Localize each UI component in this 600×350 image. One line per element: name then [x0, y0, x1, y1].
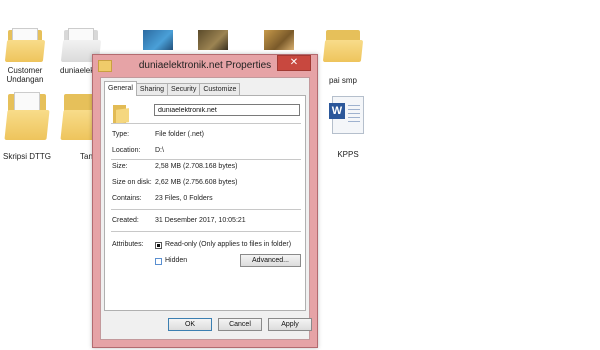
- contains-label: Contains:: [112, 195, 142, 202]
- type-value: File folder (.net): [155, 131, 205, 138]
- desktop-icon-label: KPPS: [337, 150, 359, 159]
- size-value: 2,58 MB (2.708.168 bytes): [155, 163, 238, 170]
- close-button[interactable]: ✕: [277, 55, 311, 71]
- location-value: D:\: [155, 147, 164, 154]
- folder-icon: [4, 28, 46, 62]
- desktop-icon[interactable]: [180, 30, 246, 50]
- general-tab-pane: Type: File folder (.net) Location: D:\ S…: [104, 95, 306, 311]
- dialog-client-area: General Sharing Security Customize Type:…: [100, 77, 312, 340]
- image-icon: [264, 30, 294, 50]
- desktop-icon-label: pai smp: [328, 76, 357, 85]
- advanced-button[interactable]: Advanced...: [240, 254, 301, 267]
- hidden-checkbox[interactable]: [155, 258, 162, 265]
- tab-general[interactable]: General: [104, 81, 137, 96]
- folder-icon: [322, 28, 364, 62]
- folder-icon: [113, 105, 129, 124]
- created-label: Created:: [112, 217, 139, 224]
- divider: [111, 231, 301, 232]
- divider: [111, 123, 301, 124]
- folder-name-field[interactable]: [154, 104, 300, 116]
- size-on-disk-value: 2,62 MB (2.756.608 bytes): [155, 179, 238, 186]
- apply-button[interactable]: Apply: [268, 318, 312, 331]
- word-document-icon: W: [329, 96, 364, 134]
- image-icon: [198, 30, 228, 50]
- properties-dialog: duniaelektronik.net Properties ✕ General…: [92, 54, 318, 348]
- folder-icon: [4, 92, 50, 140]
- size-on-disk-label: Size on disk:: [112, 179, 152, 186]
- title-bar[interactable]: duniaelektronik.net Properties ✕: [93, 55, 317, 77]
- readonly-label: Read-only (Only applies to files in fold…: [165, 241, 292, 248]
- divider: [111, 209, 301, 210]
- attributes-label: Attributes:: [112, 241, 144, 248]
- desktop-icon[interactable]: [246, 30, 312, 50]
- desktop-icon[interactable]: pai smp: [310, 30, 376, 85]
- tab-strip: General Sharing Security Customize: [104, 81, 241, 96]
- readonly-checkbox[interactable]: [155, 242, 162, 249]
- divider: [111, 159, 301, 160]
- image-icon: [143, 30, 173, 50]
- type-label: Type:: [112, 131, 130, 138]
- contains-value: 23 Files, 0 Folders: [155, 195, 213, 202]
- created-value: 31 Desember 2017, 10:05:21: [155, 217, 246, 224]
- size-label: Size:: [112, 163, 128, 170]
- cancel-button[interactable]: Cancel: [218, 318, 262, 331]
- location-label: Location:: [112, 147, 141, 154]
- hidden-label: Hidden: [165, 257, 188, 264]
- desktop-icon[interactable]: W KPPS: [315, 96, 381, 159]
- ok-button[interactable]: OK: [168, 318, 212, 331]
